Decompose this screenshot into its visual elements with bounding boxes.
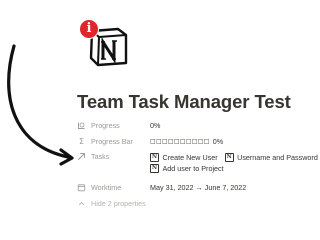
relation-arrow-icon	[77, 152, 86, 161]
task-link[interactable]: N Username and Password	[224, 152, 318, 162]
notion-page: i Team Task Manager Test Progress 0% Σ P…	[0, 0, 318, 223]
property-label: Progress	[91, 121, 120, 131]
hide-properties-label: Hide 2 properties	[91, 198, 146, 208]
task-list: N Create New User N Username and Passwor…	[150, 152, 318, 173]
progress-bar-boxes: □□□□□□□□□□	[150, 137, 210, 145]
progress-bar-percent: 0%	[212, 136, 224, 146]
info-icon: i	[79, 19, 99, 39]
task-link-label: Create New User	[162, 152, 218, 162]
property-value[interactable]: □□□□□□□□□□ 0%	[150, 137, 223, 146]
notion-page-icon: N	[150, 163, 159, 173]
task-link[interactable]: N Create New User	[150, 152, 218, 162]
chevron-up-icon	[77, 199, 86, 208]
hide-properties-toggle[interactable]: Hide 2 properties	[77, 196, 299, 212]
property-value[interactable]: 0%	[150, 121, 160, 130]
task-link[interactable]: N Add user to Project	[150, 163, 224, 173]
task-link-label: Username and Password	[237, 152, 318, 162]
calendar-icon	[77, 183, 86, 192]
property-label: Tasks	[91, 152, 110, 161]
notion-page-icon: N	[224, 152, 234, 162]
task-link-label: Add user to Project	[162, 163, 224, 173]
property-label: Progress Bar	[91, 136, 133, 146]
progress-icon	[77, 121, 86, 130]
notion-page-icon: N	[150, 152, 159, 162]
property-value: N Create New User N Username and Passwor…	[150, 152, 318, 173]
property-progress[interactable]: Progress 0%	[77, 118, 299, 134]
property-value[interactable]: May 31, 2022 → June 7, 2022	[150, 183, 246, 192]
property-progress-bar[interactable]: Σ Progress Bar □□□□□□□□□□ 0%	[77, 134, 299, 150]
sigma-icon: Σ	[78, 136, 85, 146]
property-label: Worktime	[91, 183, 122, 193]
property-worktime[interactable]: Worktime May 31, 2022 → June 7, 2022	[77, 180, 299, 196]
page-title[interactable]: Team Task Manager Test	[77, 91, 291, 113]
property-tasks[interactable]: Tasks N Create New User N Username and P…	[77, 149, 318, 173]
properties-panel: Progress 0% Σ Progress Bar □□□□□□□□□□ 0%…	[77, 118, 318, 212]
